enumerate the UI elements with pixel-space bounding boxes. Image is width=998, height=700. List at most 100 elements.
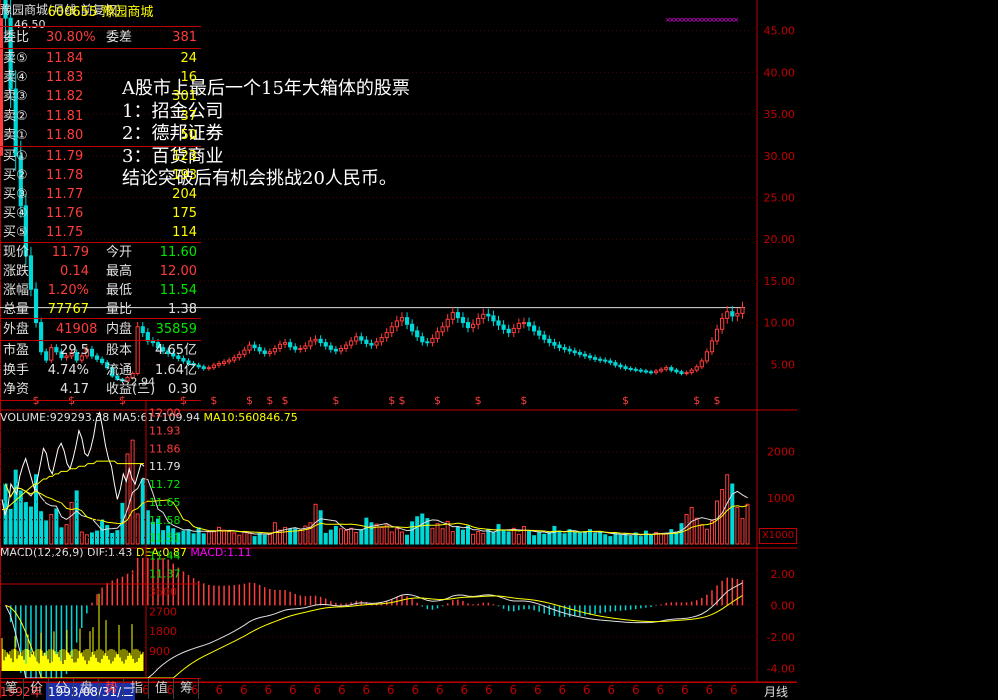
volume-bar bbox=[450, 531, 455, 545]
volume-bar bbox=[542, 533, 547, 545]
quote-buy-row: 买⑤ 11.75 114 bbox=[0, 223, 201, 242]
time-tick-label: 6 bbox=[632, 683, 640, 697]
intraday-tick-label: 11.72 bbox=[149, 478, 181, 491]
quote-stats-label: 最高 bbox=[106, 264, 133, 279]
volume-bar bbox=[557, 530, 562, 545]
candle-body bbox=[735, 312, 740, 317]
volume-bar bbox=[516, 533, 521, 545]
candle-body bbox=[242, 349, 247, 355]
time-tick-label: 6 bbox=[387, 683, 395, 697]
quote-stats-value: 1.38 bbox=[168, 302, 197, 317]
quote-buy-volume: 204 bbox=[172, 187, 197, 202]
volume-bar bbox=[527, 531, 532, 545]
time-tick-label: 6 bbox=[509, 683, 518, 697]
candle-body bbox=[572, 350, 577, 354]
volume-bar bbox=[227, 531, 232, 545]
quote-buy-volume: 114 bbox=[172, 225, 197, 240]
candle-body bbox=[725, 311, 730, 319]
intraday-tick-label: 11.51 bbox=[149, 532, 181, 545]
candle-body bbox=[598, 358, 603, 361]
volume-bar bbox=[262, 534, 267, 545]
candle-body bbox=[496, 320, 501, 326]
quote-sell-row: 卖③ 11.82 301 bbox=[0, 87, 201, 106]
quote-stats-value: 12.00 bbox=[159, 264, 197, 279]
volume-bar bbox=[562, 533, 567, 545]
volume-bar bbox=[354, 531, 359, 545]
quote-buy-label: 买② bbox=[3, 168, 28, 183]
candle-body bbox=[359, 336, 364, 341]
candle-body bbox=[542, 334, 547, 340]
candle-body bbox=[521, 322, 527, 325]
panel-tab-5[interactable]: 指 bbox=[125, 679, 149, 699]
volume-bar bbox=[430, 527, 435, 545]
volume-bar bbox=[547, 531, 552, 545]
panel-tab-3[interactable]: 盘 bbox=[75, 679, 99, 699]
candle-body bbox=[704, 351, 709, 362]
time-tick-label: 6 bbox=[338, 683, 346, 697]
candle-body bbox=[313, 338, 318, 342]
volume-bar bbox=[496, 524, 501, 545]
candle-body bbox=[247, 344, 252, 351]
quote-buy-volume: 193 bbox=[172, 168, 197, 183]
quote-fund-label: 市盈 bbox=[3, 343, 30, 358]
candle-body bbox=[323, 342, 328, 347]
dividend-marker: $ bbox=[693, 394, 700, 407]
candle-body bbox=[343, 344, 349, 349]
panel-tab-6[interactable]: 值 bbox=[150, 679, 174, 699]
volume-bar bbox=[405, 534, 410, 545]
volume-bar bbox=[664, 533, 669, 545]
quote-stats-label: 涨幅 bbox=[3, 283, 30, 298]
quote-stats-value: 11.54 bbox=[159, 283, 197, 298]
quote-fund-label: 股本 bbox=[106, 343, 133, 358]
dividend-marker: $ bbox=[475, 394, 482, 407]
quote-stats-value: 0.14 bbox=[60, 264, 89, 279]
time-tick-label: 6 bbox=[558, 683, 567, 697]
volume-bar bbox=[603, 534, 608, 545]
candle-body bbox=[262, 350, 267, 354]
intraday-chart[interactable]: 12.00 11.93 11.86 11.79 11.72 11.65 11.58 11.51… bbox=[0, 401, 200, 677]
volume-bar bbox=[237, 534, 242, 545]
panel-tab-1[interactable]: 价 bbox=[25, 679, 49, 699]
quote-fund-value: 0.30 bbox=[168, 382, 197, 397]
intraday-volume-tick-label: 3600 bbox=[149, 585, 177, 598]
candle-body bbox=[506, 328, 511, 334]
candle-body bbox=[435, 331, 440, 339]
panel-tab-2[interactable]: 分 bbox=[50, 679, 74, 699]
candle-body bbox=[364, 339, 369, 344]
candle-body bbox=[608, 360, 613, 364]
quote-sell-volume: 37 bbox=[180, 108, 197, 124]
volume-bar bbox=[679, 523, 684, 545]
panel-tab-0[interactable]: 笔 bbox=[0, 679, 24, 699]
candle-body bbox=[577, 352, 582, 355]
candle-body bbox=[415, 330, 420, 338]
panel-tab-7[interactable]: 筹 bbox=[175, 679, 199, 699]
candle-body bbox=[674, 369, 679, 373]
candle-body bbox=[369, 342, 374, 346]
weibi-value: 30.80% bbox=[46, 30, 96, 45]
macd-tick-label: 0.00 bbox=[771, 599, 796, 612]
intraday-tick-label: 11.65 bbox=[149, 496, 181, 509]
candle-body bbox=[501, 324, 506, 330]
panel-tab-4[interactable]: 势 bbox=[100, 679, 124, 699]
candle-body bbox=[237, 353, 242, 359]
quote-sell-price: 11.82 bbox=[46, 89, 84, 105]
period-label[interactable]: 月线 bbox=[764, 683, 788, 700]
candle-body bbox=[308, 340, 313, 347]
candle-body bbox=[328, 345, 333, 350]
dividend-marker: $ bbox=[520, 394, 527, 407]
volume-bar bbox=[506, 531, 511, 545]
candle-body bbox=[379, 337, 384, 343]
dividend-marker: $ bbox=[210, 394, 217, 407]
candle-body bbox=[399, 317, 405, 322]
volume-tick-label: 2000 bbox=[767, 446, 795, 459]
candle-body bbox=[445, 318, 450, 328]
volume-bar bbox=[593, 532, 598, 545]
candle-body bbox=[567, 348, 572, 352]
candle-body bbox=[333, 348, 338, 352]
quote-stats-row: 总量 77767 量比 1.38 bbox=[0, 300, 201, 319]
volume-bar bbox=[298, 529, 303, 545]
candle-body bbox=[618, 364, 623, 368]
candle-body bbox=[740, 307, 745, 314]
time-tick-label: 6 bbox=[264, 683, 273, 697]
candle-body bbox=[643, 370, 648, 373]
